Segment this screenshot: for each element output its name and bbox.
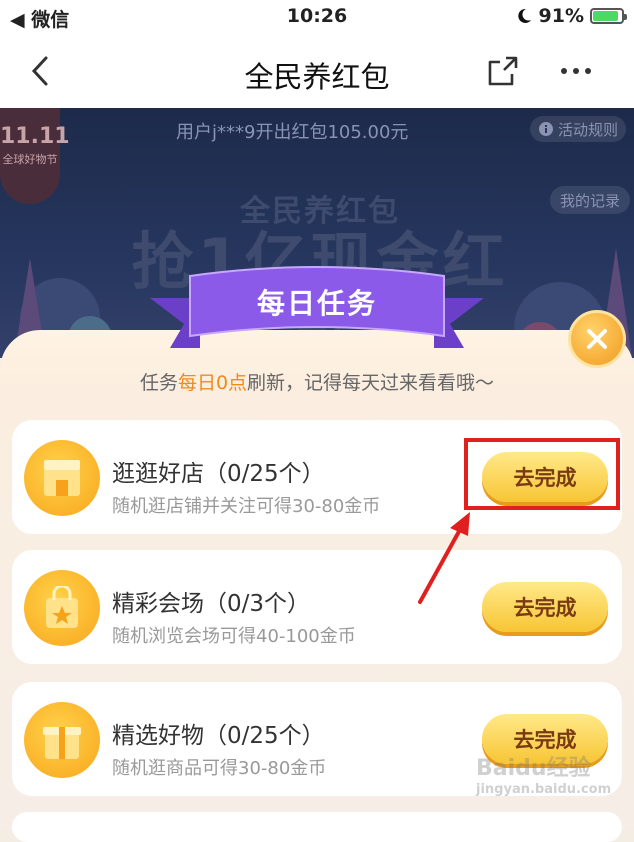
headline-small: 全民养红包 <box>240 194 400 229</box>
info-icon <box>538 122 553 136</box>
page-title: 全民养红包 <box>244 60 390 94</box>
task-card: 精彩会场（0/3个） 随机浏览会场可得40-100金币 去完成 <box>12 550 622 664</box>
close-button[interactable] <box>568 310 626 368</box>
subtitle-post: 刷新，记得每天过来看看哦～ <box>247 372 495 394</box>
task-desc: 随机浏览会场可得40-100金币 <box>112 626 356 647</box>
task-go-button[interactable]: 去完成 <box>482 582 608 632</box>
watermark: Baidu经验 jingyan.baidu.com <box>476 750 611 797</box>
task-card <box>12 812 622 842</box>
status-right: 91% <box>515 5 627 27</box>
more-icon[interactable] <box>556 54 596 88</box>
notice-text: 用户j***9开出红包105.00元 <box>176 122 409 143</box>
watermark-line2: jingyan.baidu.com <box>476 782 612 797</box>
arrow-annotation <box>418 512 470 604</box>
status-bar: ◀ 微信 10:26 91% <box>0 0 634 34</box>
promo-badge: 11.11 全球好物节 <box>0 108 70 204</box>
badge-bottom: 全球好物节 <box>2 153 58 166</box>
task-name: 逛逛好店（0/25个） <box>112 461 325 487</box>
task-name: 精彩会场（0/3个） <box>112 591 311 617</box>
badge-top: 11.11 <box>0 124 70 149</box>
rules-label: 活动规则 <box>557 120 618 139</box>
battery-fill <box>593 11 619 21</box>
shopping-bag-icon <box>24 570 100 646</box>
rules-button[interactable]: 活动规则 <box>530 116 626 142</box>
bag-glyph <box>46 586 78 628</box>
task-desc: 随机逛店铺并关注可得30-80金币 <box>112 496 381 517</box>
gift-icon <box>24 702 100 778</box>
moon-icon <box>517 8 531 23</box>
close-icon <box>587 329 607 349</box>
battery-icon <box>590 8 627 24</box>
shop-icon <box>24 440 100 516</box>
subtitle-highlight: 每日0点 <box>177 372 248 394</box>
task-name: 精选好物（0/25个） <box>112 723 325 749</box>
share-icon[interactable] <box>484 54 520 88</box>
panel-title: 每日任务 <box>256 287 377 320</box>
watermark-line1: Baidu经验 <box>476 756 591 781</box>
shop-glyph <box>44 460 80 496</box>
panel-title-ribbon: 每日任务 <box>150 258 484 358</box>
battery-percent: 91% <box>538 5 584 27</box>
nav-bar: 全民养红包 <box>0 34 634 108</box>
task-desc: 随机逛商品可得30-80金币 <box>112 758 327 779</box>
records-button[interactable]: 我的记录 <box>550 186 630 214</box>
panel-subtitle: 任务每日0点刷新，记得每天过来看看哦～ <box>0 368 634 395</box>
subtitle-pre: 任务 <box>139 372 178 394</box>
gift-glyph <box>43 727 81 759</box>
highlight-box <box>464 438 620 510</box>
